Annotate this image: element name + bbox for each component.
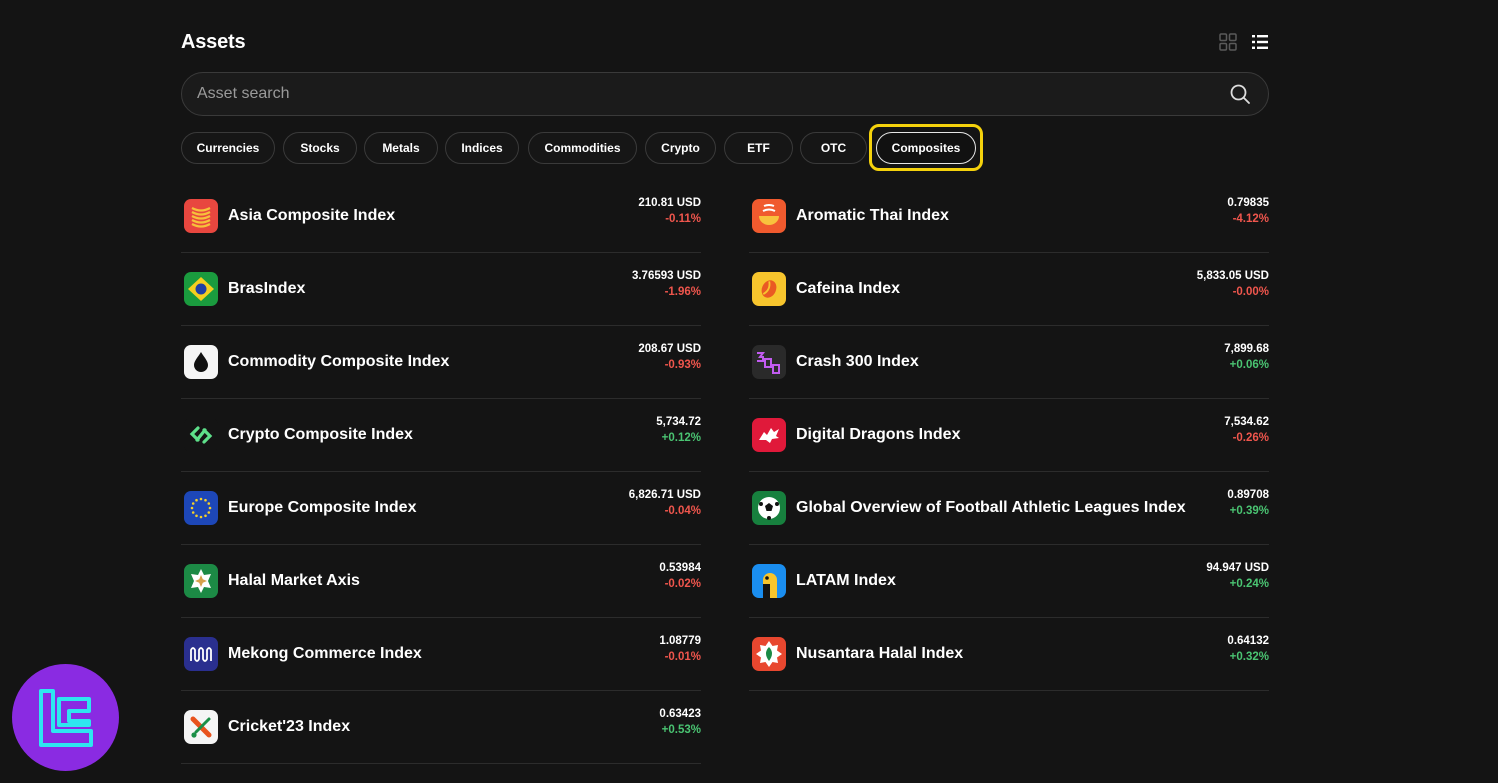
asset-row-cricket23[interactable]: Cricket'23 Index 0.63423 +0.53% xyxy=(181,691,701,764)
asset-row-asia-composite[interactable]: Asia Composite Index 210.81 USD -0.11% xyxy=(181,180,701,253)
asset-price: 0.63423 xyxy=(659,708,701,720)
asia-icon xyxy=(184,199,218,233)
asset-name: Digital Dragons Index xyxy=(796,426,961,443)
list-view-icon[interactable] xyxy=(1251,33,1269,51)
search-icon[interactable] xyxy=(1229,83,1251,105)
asset-change: +0.53% xyxy=(661,724,701,736)
asset-price: 1.08779 xyxy=(659,635,701,647)
asset-name: Mekong Commerce Index xyxy=(228,645,422,662)
coffee-bean-icon xyxy=(752,272,786,306)
asset-row-commodity-composite[interactable]: Commodity Composite Index 208.67 USD -0.… xyxy=(181,326,701,399)
star-badge-icon xyxy=(184,564,218,598)
asset-change: -0.02% xyxy=(664,578,701,590)
asset-price: 210.81 USD xyxy=(638,197,701,209)
asset-price: 0.64132 xyxy=(1227,635,1269,647)
asset-name: Halal Market Axis xyxy=(228,572,360,589)
asset-row-crash-300[interactable]: Crash 300 Index 7,899.68 +0.06% xyxy=(749,326,1269,399)
asset-row-crypto-composite[interactable]: Crypto Composite Index 5,734.72 +0.12% xyxy=(181,399,701,472)
asset-change: -4.12% xyxy=(1232,213,1269,225)
dragon-icon xyxy=(752,418,786,452)
tab-indices[interactable]: Indices xyxy=(445,132,519,164)
asset-change: +0.24% xyxy=(1229,578,1269,590)
tab-metals[interactable]: Metals xyxy=(364,132,438,164)
tab-commodities[interactable]: Commodities xyxy=(528,132,637,164)
asset-row-latam[interactable]: LATAM Index 94.947 USD +0.24% xyxy=(749,545,1269,618)
crypto-link-icon xyxy=(184,418,218,452)
asset-price: 7,899.68 xyxy=(1224,343,1269,355)
asset-name: Asia Composite Index xyxy=(228,207,396,224)
asset-change: -0.93% xyxy=(664,359,701,371)
asset-row-europe-composite[interactable]: Europe Composite Index 6,826.71 USD -0.0… xyxy=(181,472,701,545)
grid-view-icon[interactable] xyxy=(1219,33,1237,51)
asset-name: Nusantara Halal Index xyxy=(796,645,964,662)
asset-row-halal-market-axis[interactable]: Halal Market Axis 0.53984 -0.02% xyxy=(181,545,701,618)
tab-crypto[interactable]: Crypto xyxy=(645,132,716,164)
asset-price: 0.89708 xyxy=(1227,489,1269,501)
asset-name: Crash 300 Index xyxy=(796,353,919,370)
asset-name: BrasIndex xyxy=(228,280,306,297)
cricket-bat-icon xyxy=(184,710,218,744)
tab-composites[interactable]: Composites xyxy=(876,132,976,164)
search-bar xyxy=(181,72,1269,116)
asset-change: +0.32% xyxy=(1229,651,1269,663)
asset-change: -0.00% xyxy=(1232,286,1269,298)
asset-change: +0.39% xyxy=(1229,505,1269,517)
category-tabs: Currencies Stocks Metals Indices Commodi… xyxy=(181,124,1281,171)
asset-price: 3.76593 USD xyxy=(631,270,701,282)
parrot-icon xyxy=(752,564,786,598)
wave-icon xyxy=(184,637,218,671)
asset-price: 208.67 USD xyxy=(638,343,701,355)
tab-otc[interactable]: OTC xyxy=(800,132,867,164)
asset-name: Crypto Composite Index xyxy=(228,426,413,443)
asset-row-nusantara-halal[interactable]: Nusantara Halal Index 0.64132 +0.32% xyxy=(749,618,1269,691)
asset-list-right: Aromatic Thai Index 0.79835 -4.12% Cafei… xyxy=(749,180,1269,691)
football-icon xyxy=(752,491,786,525)
asset-change: +0.06% xyxy=(1229,359,1269,371)
asset-price: 0.79835 xyxy=(1227,197,1269,209)
asset-name: Cafeina Index xyxy=(796,280,901,297)
asset-name: Cricket'23 Index xyxy=(228,718,351,735)
oil-drop-icon xyxy=(184,345,218,379)
assets-panel: Assets Currencies Sto xyxy=(181,0,1269,764)
asset-price: 0.53984 xyxy=(659,562,701,574)
asset-row-cafeina[interactable]: Cafeina Index 5,833.05 USD -0.00% xyxy=(749,253,1269,326)
asset-name: LATAM Index xyxy=(796,572,896,589)
asset-row-brasindex[interactable]: BrasIndex 3.76593 USD -1.96% xyxy=(181,253,701,326)
tab-stocks[interactable]: Stocks xyxy=(283,132,357,164)
asset-list-left: Asia Composite Index 210.81 USD -0.11% B… xyxy=(181,180,701,764)
asset-row-digital-dragons[interactable]: Digital Dragons Index 7,534.62 -0.26% xyxy=(749,399,1269,472)
asset-name: Commodity Composite Index xyxy=(228,353,450,370)
asset-price: 94.947 USD xyxy=(1206,562,1269,574)
asset-row-global-football[interactable]: Global Overview of Football Athletic Lea… xyxy=(749,472,1269,545)
asset-row-aromatic-thai[interactable]: Aromatic Thai Index 0.79835 -4.12% xyxy=(749,180,1269,253)
brand-logo-icon xyxy=(12,664,119,771)
asset-price: 5,734.72 xyxy=(656,416,701,428)
crash-300-icon xyxy=(752,345,786,379)
asset-change: -0.26% xyxy=(1232,432,1269,444)
tab-currencies[interactable]: Currencies xyxy=(181,132,275,164)
search-input[interactable] xyxy=(182,72,1229,116)
brazil-flag-icon xyxy=(184,272,218,306)
page-title: Assets xyxy=(181,31,246,53)
asset-name: Global Overview of Football Athletic Lea… xyxy=(796,499,1186,516)
asset-change: -0.04% xyxy=(664,505,701,517)
asset-change: -0.11% xyxy=(665,213,701,225)
asset-price: 6,826.71 USD xyxy=(628,489,701,501)
thai-bowl-icon xyxy=(752,199,786,233)
asset-name: Europe Composite Index xyxy=(228,499,417,516)
asset-change: -1.96% xyxy=(664,286,701,298)
eu-stars-icon xyxy=(184,491,218,525)
asset-name: Aromatic Thai Index xyxy=(796,207,949,224)
leaf-badge-icon xyxy=(752,637,786,671)
asset-price: 7,534.62 xyxy=(1224,416,1269,428)
asset-row-mekong-commerce[interactable]: Mekong Commerce Index 1.08779 -0.01% xyxy=(181,618,701,691)
view-toggles xyxy=(1219,33,1269,51)
asset-change: +0.12% xyxy=(661,432,701,444)
tab-etf[interactable]: ETF xyxy=(724,132,793,164)
asset-price: 5,833.05 USD xyxy=(1196,270,1269,282)
asset-change: -0.01% xyxy=(664,651,701,663)
